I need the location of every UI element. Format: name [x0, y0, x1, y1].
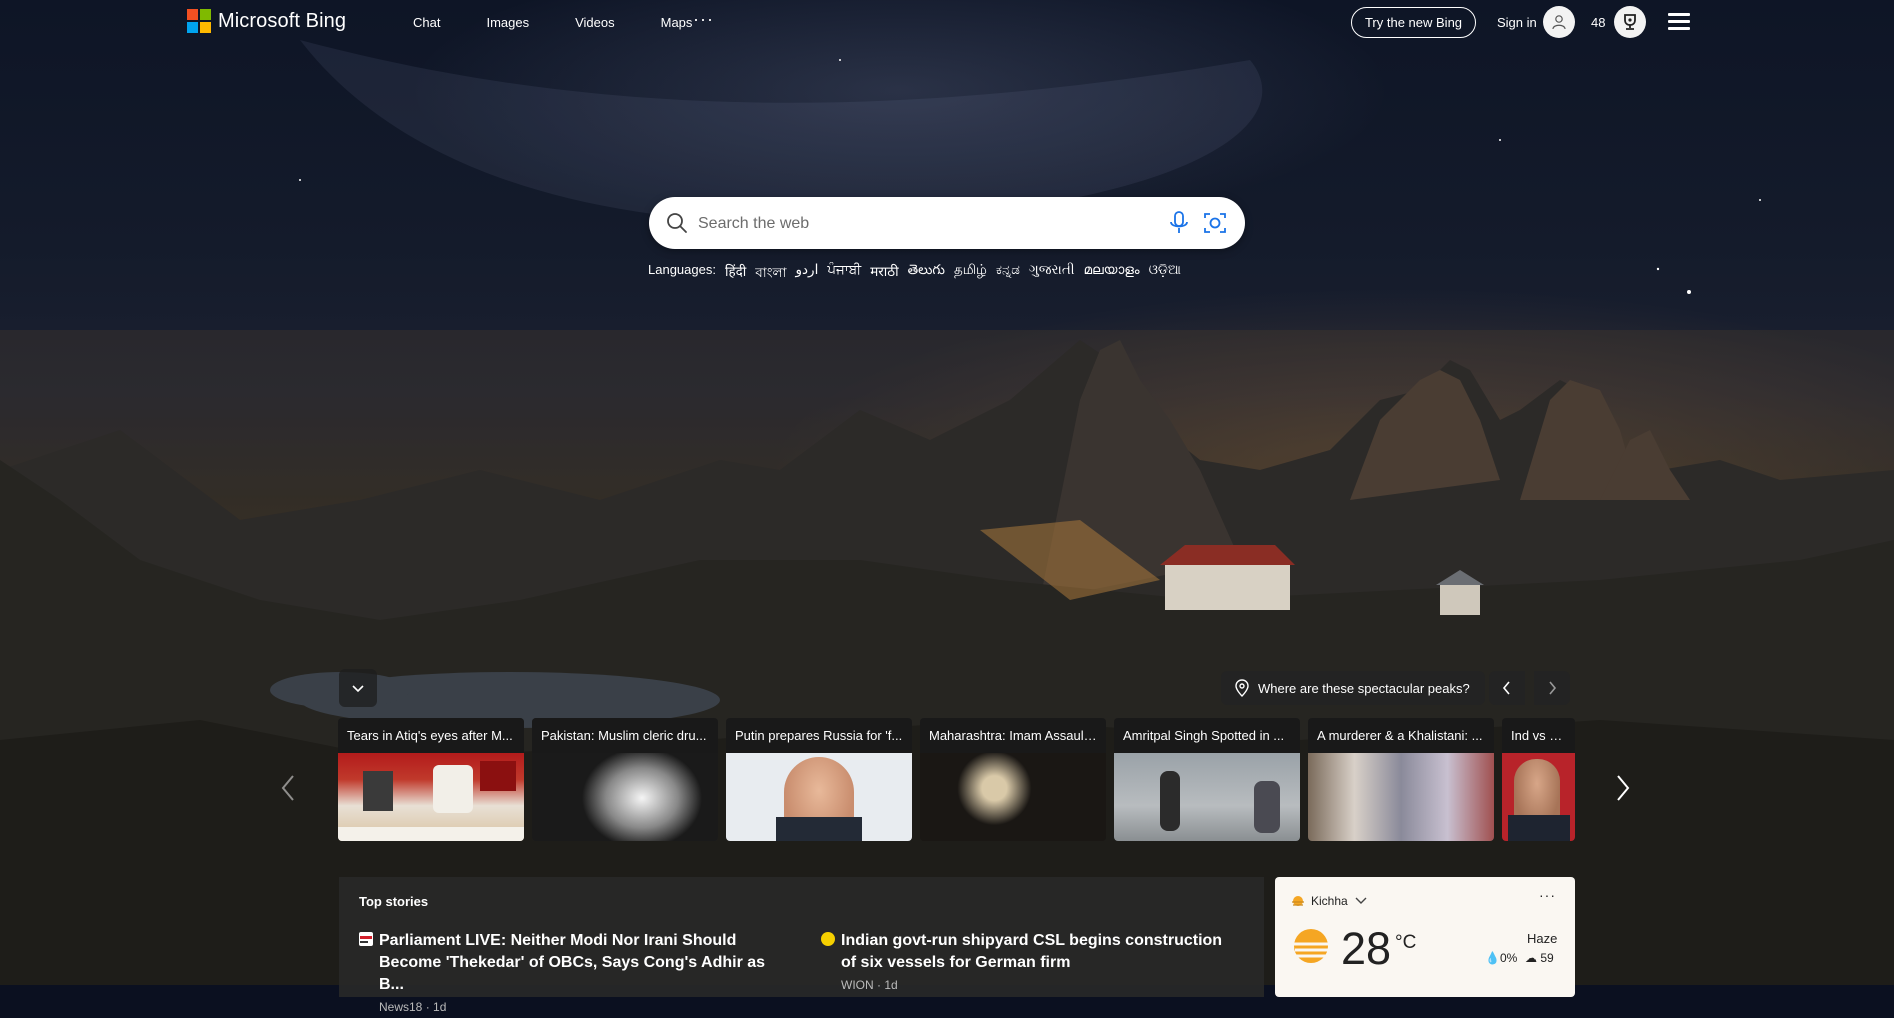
user-icon — [1552, 15, 1566, 30]
language-link[interactable]: اردو — [796, 262, 819, 285]
news-card-title: Putin prepares Russia for 'f... — [726, 718, 912, 753]
bing-logo[interactable]: Microsoft Bing — [187, 9, 346, 33]
news-card-thumbnail — [532, 753, 718, 841]
nav-images[interactable]: Images — [486, 15, 529, 30]
news-card[interactable]: Pakistan: Muslim cleric dru... — [532, 718, 718, 841]
microsoft-logo-icon — [187, 9, 211, 33]
news-card-thumbnail — [1308, 753, 1494, 841]
language-link[interactable]: ಕನ್ನಡ — [996, 262, 1020, 285]
news18-source-icon — [359, 932, 373, 946]
image-caption: Where are these spectacular peaks? — [1258, 680, 1470, 696]
news-card[interactable]: Tears in Atiq's eyes after M... — [338, 718, 524, 841]
news-card-title: Maharashtra: Imam Assault... — [920, 718, 1106, 753]
nav-maps[interactable]: Maps — [661, 15, 693, 30]
story-item[interactable]: Parliament LIVE: Neither Modi Nor Irani … — [359, 930, 779, 1018]
language-link[interactable]: ଓଡ଼ିଆ — [1149, 262, 1181, 285]
weather-unit: °C — [1395, 932, 1417, 953]
top-header: Microsoft Bing Chat Images Videos Maps ·… — [0, 0, 1894, 46]
nav-chat[interactable]: Chat — [413, 15, 440, 30]
try-new-bing-button[interactable]: Try the new Bing — [1351, 7, 1476, 38]
collapse-feed-button[interactable] — [339, 669, 377, 707]
nav-videos[interactable]: Videos — [575, 15, 615, 30]
story-title: Indian govt-run shipyard CSL begins cons… — [841, 932, 1223, 971]
story-source: News18 · 1d — [379, 1000, 447, 1014]
brand-name: Microsoft Bing — [218, 9, 347, 32]
language-link[interactable]: বাংলা — [755, 262, 786, 285]
languages-label: Languages: — [648, 262, 716, 277]
aqi-value: 59 — [1540, 951, 1554, 965]
search-input[interactable] — [696, 209, 1170, 239]
trophy-icon — [1624, 14, 1636, 30]
news-card-title: A murderer & a Khalistani: ... — [1308, 718, 1494, 753]
hamburger-menu-icon[interactable] — [1668, 13, 1690, 31]
weather-precipitation: 💧0% — [1485, 951, 1517, 965]
weather-aqi: ☁ 59 — [1525, 951, 1554, 965]
weather-location-name: Kichha — [1311, 894, 1348, 908]
microphone-icon[interactable] — [1168, 210, 1190, 236]
news-card-title: Tears in Atiq's eyes after M... — [338, 718, 524, 753]
language-link[interactable]: हिंदी — [725, 262, 746, 285]
chevron-right-icon — [1549, 681, 1557, 695]
news-card-thumbnail — [1502, 753, 1575, 841]
news-card-title: Pakistan: Muslim cleric dru... — [532, 718, 718, 753]
language-links: Languages: हिंदी বাংলা اردو ਪੰਜਾਬੀ मराठी… — [648, 262, 1181, 285]
search-bar — [649, 197, 1245, 249]
chevron-left-icon — [1502, 681, 1510, 695]
language-link[interactable]: தமிழ் — [954, 262, 987, 285]
visual-search-icon[interactable] — [1202, 210, 1228, 236]
wion-source-icon — [821, 932, 835, 946]
precipitation-value: 0% — [1499, 951, 1518, 965]
top-stories-heading: Top stories — [359, 894, 429, 909]
aqi-icon: ☁ — [1525, 951, 1537, 965]
search-icon[interactable] — [665, 211, 689, 235]
carousel-prev-icon[interactable] — [278, 772, 298, 804]
news-card[interactable]: A murderer & a Khalistani: ... — [1308, 718, 1494, 841]
previous-image-button[interactable] — [1489, 671, 1525, 705]
chevron-down-icon — [1355, 897, 1367, 904]
rewards-button[interactable] — [1614, 6, 1646, 38]
language-link[interactable]: മലയാളം — [1084, 262, 1140, 285]
raindrop-icon: 💧 — [1485, 951, 1500, 965]
rewards-points[interactable]: 48 — [1591, 15, 1605, 30]
next-image-button[interactable] — [1534, 671, 1570, 705]
language-link[interactable]: ਪੰਜਾਬੀ — [827, 262, 861, 285]
haze-weather-icon — [1291, 929, 1331, 963]
news-card-thumbnail — [920, 753, 1106, 841]
language-link[interactable]: తెలుగు — [908, 262, 945, 285]
news-carousel: Tears in Atiq's eyes after M... Pakistan… — [338, 718, 1575, 841]
news-card-thumbnail — [338, 753, 524, 841]
weather-temperature: 28 — [1341, 923, 1392, 974]
haze-small-icon — [1292, 896, 1304, 906]
weather-condition: Haze — [1527, 931, 1558, 946]
news-card[interactable]: Maharashtra: Imam Assault... — [920, 718, 1106, 841]
language-link[interactable]: ગુજરાતી — [1029, 262, 1075, 285]
nav-more-button[interactable]: ··· — [693, 9, 714, 30]
news-card[interactable]: Putin prepares Russia for 'f... — [726, 718, 912, 841]
image-info-button[interactable]: Where are these spectacular peaks? — [1221, 671, 1485, 705]
news-card-title: Amritpal Singh Spotted in ... — [1114, 718, 1300, 753]
chevron-down-icon — [352, 685, 364, 693]
news-card[interactable]: Amritpal Singh Spotted in ... — [1114, 718, 1300, 841]
sign-in-link[interactable]: Sign in — [1497, 15, 1537, 30]
story-source: WION · 1d — [841, 978, 898, 992]
story-item[interactable]: Indian govt-run shipyard CSL begins cons… — [821, 930, 1241, 996]
news-card-thumbnail — [726, 753, 912, 841]
user-avatar[interactable] — [1543, 6, 1575, 38]
carousel-next-icon[interactable] — [1613, 772, 1633, 804]
news-card[interactable]: Ind vs Pak? — [1502, 718, 1575, 841]
top-stories-panel: Top stories Parliament LIVE: Neither Mod… — [339, 877, 1264, 1014]
news-card-thumbnail — [1114, 753, 1300, 841]
story-title: Parliament LIVE: Neither Modi Nor Irani … — [379, 932, 766, 993]
location-pin-icon — [1235, 679, 1249, 697]
news-card-title: Ind vs Pak? — [1502, 718, 1575, 753]
weather-location[interactable]: Kichha — [1291, 894, 1368, 908]
weather-card[interactable]: Kichha ··· 28 °C Haze 💧0% ☁ 59 — [1275, 877, 1575, 997]
weather-more-button[interactable]: ··· — [1539, 887, 1556, 903]
top-nav: Chat Images Videos Maps ··· — [413, 9, 738, 30]
language-link[interactable]: मराठी — [870, 262, 898, 285]
